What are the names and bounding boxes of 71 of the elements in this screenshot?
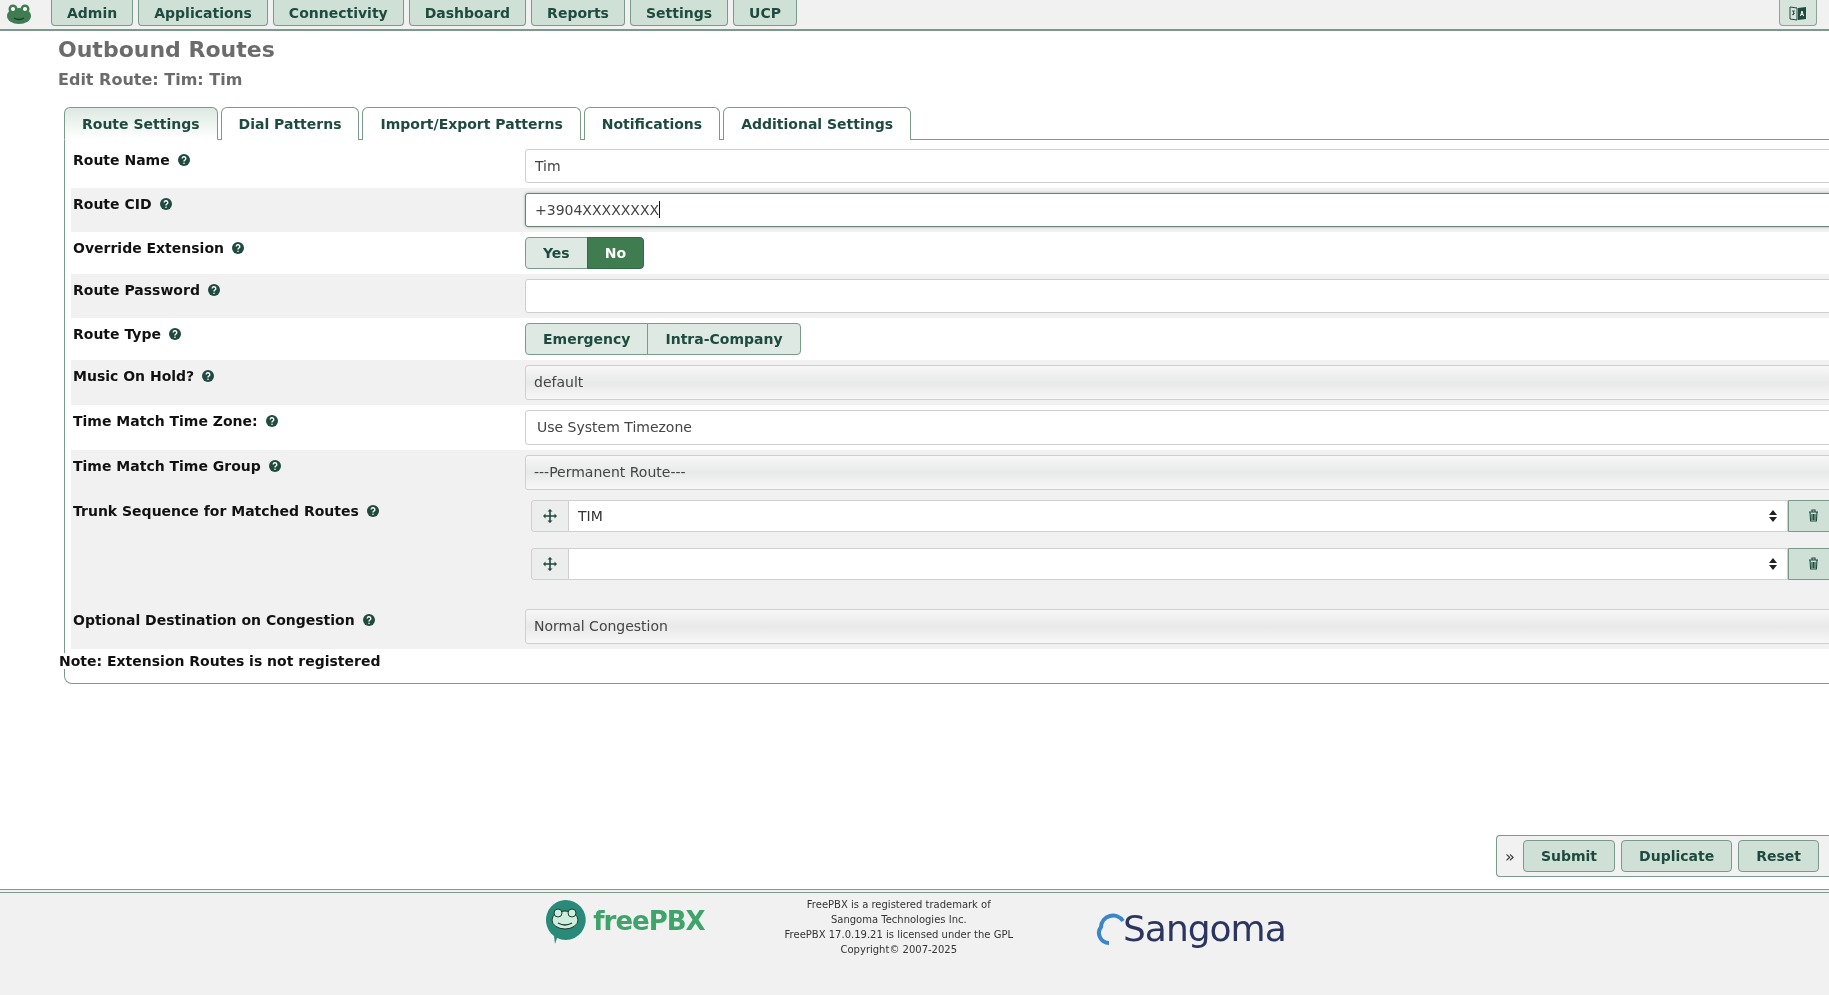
nav-button[interactable]: Settings [629, 0, 729, 26]
help-icon[interactable] [207, 283, 220, 296]
nav-button[interactable]: Admin [51, 0, 134, 26]
text-field[interactable] [525, 278, 1829, 313]
delete-button[interactable] [1788, 499, 1829, 532]
field-label: Trunk Sequence for Matched Routes [73, 502, 359, 519]
field-label: Route Type [73, 325, 161, 342]
tab[interactable]: Additional Settings [723, 107, 912, 140]
select-field[interactable]: Use System Timezone [525, 409, 1829, 445]
legal-text: Copyright© 2007-2025 [840, 943, 958, 957]
drag-handle[interactable] [531, 547, 569, 580]
note-text: Note: Extension Routes is not registered [57, 652, 381, 669]
option-button[interactable]: Intra-Company [647, 322, 801, 355]
help-icon[interactable] [366, 504, 379, 517]
page-subtitle: Edit Route: Tim: Tim [58, 70, 244, 89]
collapse-toggle[interactable]: » [1505, 846, 1515, 866]
text-field[interactable]: Tim [525, 148, 1829, 183]
help-icon[interactable] [202, 369, 215, 382]
move-icon[interactable] [543, 556, 557, 571]
help-icon[interactable] [232, 241, 244, 254]
option-button[interactable]: No [586, 236, 645, 269]
partner-name: Sangoma [1123, 908, 1286, 949]
help-icon[interactable] [177, 153, 190, 166]
move-icon[interactable] [543, 508, 557, 523]
tab[interactable]: Dial Patterns [220, 107, 360, 140]
legal-text: Sangoma Technologies Inc. [830, 913, 967, 927]
action-button[interactable]: Duplicate [1621, 840, 1733, 872]
trunk-select[interactable]: TIM [569, 499, 1788, 532]
trash-icon [1807, 557, 1819, 570]
nav-button[interactable]: Dashboard [408, 0, 527, 26]
help-icon[interactable] [362, 613, 375, 626]
select-field[interactable]: ---Permanent Route--- [525, 454, 1829, 490]
field-label: Music On Hold? [73, 367, 195, 384]
option-button[interactable]: Yes [525, 236, 588, 269]
help-icon[interactable] [159, 197, 172, 210]
help-icon[interactable] [268, 459, 281, 472]
action-button[interactable]: Submit [1522, 840, 1616, 872]
select-field[interactable]: default [525, 364, 1829, 400]
delete-button[interactable] [1788, 547, 1829, 580]
action-button[interactable]: Reset [1738, 840, 1819, 872]
field-label: Time Match Time Zone: [73, 412, 258, 429]
tab[interactable]: Import/Export Patterns [362, 107, 581, 140]
option-button[interactable]: Emergency [525, 322, 649, 355]
drag-handle[interactable] [531, 499, 569, 532]
sort-arrows-icon [1769, 509, 1777, 522]
help-icon[interactable] [265, 414, 278, 427]
text-field[interactable]: +3904XXXXXXXX [525, 192, 1829, 227]
tab[interactable]: Route Settings [64, 107, 218, 140]
sort-arrows-icon [1769, 557, 1777, 570]
frog-logo-icon[interactable] [6, 3, 32, 25]
brand-name: freePBX [593, 906, 705, 936]
trash-icon [1807, 509, 1819, 522]
legal-text: FreePBX is a registered trademark of [806, 898, 991, 912]
page-title: Outbound Routes [58, 37, 276, 62]
nav-button[interactable]: UCP [733, 0, 797, 26]
frog-logo-icon [543, 898, 588, 944]
tab[interactable]: Notifications [583, 107, 721, 140]
field-label: Route CID [73, 195, 152, 212]
translate-icon [1788, 3, 1808, 22]
legal-text: FreePBX 17.0.19.21 is licensed under the GPL [784, 928, 1013, 942]
field-label: Override Extension [73, 239, 224, 256]
field-label: Time Match Time Group [73, 457, 261, 474]
nav-button[interactable]: Applications [138, 0, 268, 26]
field-label: Route Name [73, 151, 170, 168]
field-label: Route Password [73, 281, 200, 298]
help-icon[interactable] [168, 327, 181, 340]
nav-button[interactable]: Reports [531, 0, 625, 26]
field-label: Optional Destination on Congestion [73, 611, 355, 628]
language-button[interactable] [1779, 0, 1817, 26]
nav-button[interactable]: Connectivity [272, 0, 404, 26]
select-field[interactable]: Normal Congestion [525, 608, 1829, 644]
